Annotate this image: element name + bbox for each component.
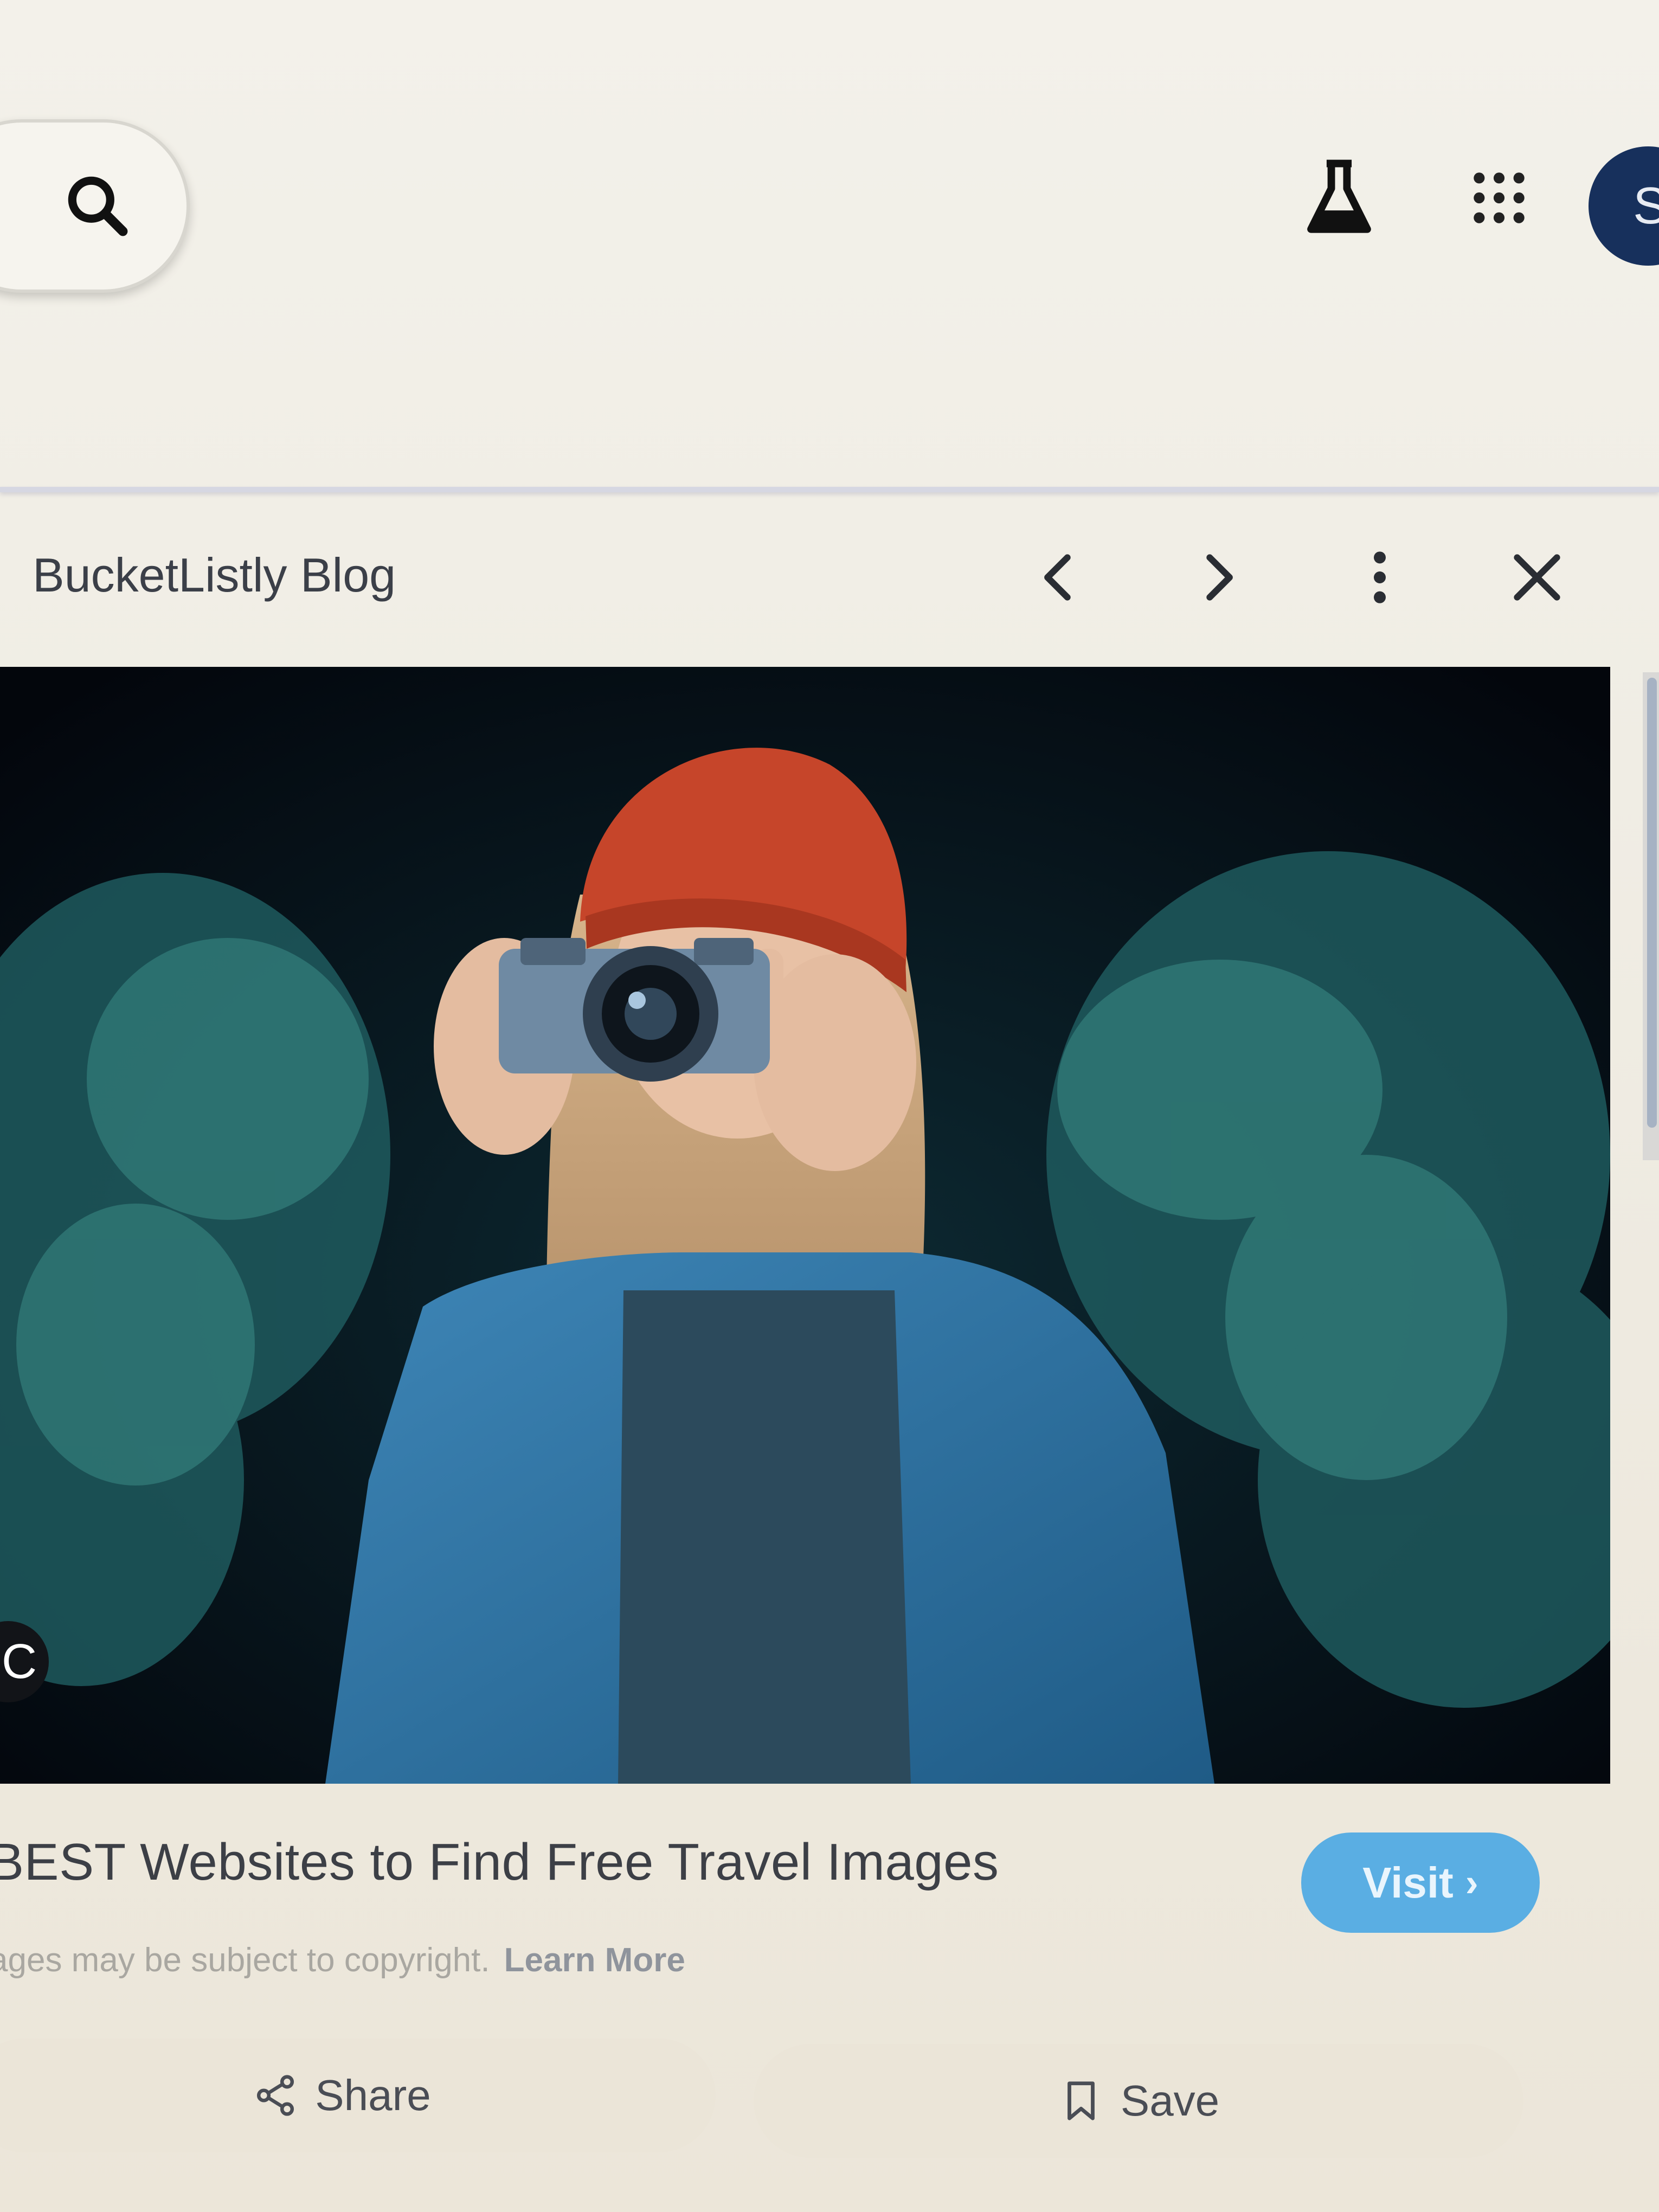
bookmark-icon [1067, 2081, 1095, 2120]
scrollbar-thumb[interactable] [1647, 678, 1657, 1128]
save-label: Save [1120, 2076, 1220, 2125]
share-label: Share [315, 2071, 431, 2119]
share-icon [257, 2075, 294, 2116]
account-avatar[interactable]: S [1589, 146, 1659, 266]
source-site-title[interactable]: BucketListly Blog [33, 548, 396, 603]
close-icon[interactable] [1507, 548, 1567, 607]
save-button[interactable]: Save [754, 2044, 1523, 2158]
learn-more-link[interactable]: Learn More [504, 1941, 685, 1979]
photo-woman-with-camera [0, 667, 1610, 1784]
visit-button[interactable]: Visit › [1301, 1832, 1540, 1933]
header-divider [0, 487, 1659, 492]
image-viewer-page: S BucketListly Blog C BEST Websites to F… [0, 0, 1659, 2212]
labs-flask-icon[interactable] [1301, 157, 1377, 239]
search-icon[interactable] [60, 168, 136, 244]
chevron-right-icon[interactable] [1187, 548, 1247, 607]
share-button[interactable]: Share [0, 2039, 716, 2152]
chevron-left-icon[interactable] [1030, 548, 1090, 607]
top-bar: S [0, 0, 1659, 488]
apps-grid-icon[interactable] [1469, 168, 1529, 228]
visit-button-label: Visit [1362, 1858, 1454, 1907]
copyright-text: ages may be subject to copyright. [0, 1941, 490, 1979]
preview-image[interactable] [0, 667, 1610, 1784]
more-vertical-icon[interactable] [1350, 548, 1410, 607]
chevron-right-icon: › [1465, 1861, 1478, 1905]
image-title[interactable]: BEST Websites to Find Free Travel Images [0, 1832, 999, 1892]
copyright-notice: ages may be subject to copyright. Learn M… [0, 1941, 685, 1979]
